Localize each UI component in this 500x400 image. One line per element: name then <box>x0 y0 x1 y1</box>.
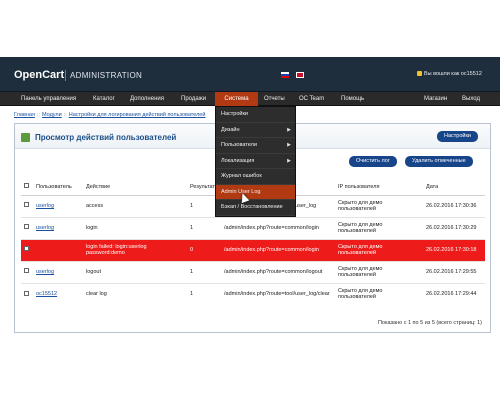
table-row: userlog logout 1 /admin/index.php?route=… <box>21 260 485 283</box>
menu-help[interactable]: Помощь <box>336 92 369 106</box>
menu-reports[interactable]: Отчеты <box>259 92 290 106</box>
user-link[interactable]: oc15512 <box>36 291 57 297</box>
ip-cell: Скрыто для демо пользователей <box>335 260 423 283</box>
logo[interactable]: OpenCart <box>14 69 64 81</box>
breadcrumb-current[interactable]: Настройки для логирования действий польз… <box>69 112 206 118</box>
login-status: Вы вошли как oc15512 <box>417 71 482 77</box>
dropdown-item-label: Дизайн <box>221 126 240 133</box>
user-link[interactable]: userlog <box>36 203 54 209</box>
column-ip[interactable]: IP пользователя <box>335 179 423 196</box>
result-cell: 1 <box>187 282 221 305</box>
menu-store[interactable]: Магазин <box>419 92 452 106</box>
ip-cell: Скрыто для демо пользователей <box>335 216 423 239</box>
lock-icon <box>417 71 422 76</box>
url-cell: /admin/index.php?route=tool/user_log/cle… <box>221 282 335 305</box>
url-cell: /admin/index.php?route=common/login <box>221 238 335 261</box>
menu-logout[interactable]: Выход <box>457 92 485 106</box>
date-cell: 26.02.2016 17:29:55 <box>423 260 485 283</box>
url-cell: /admin/index.php?route=common/logout <box>221 260 335 283</box>
dropdown-item-label: Журнал ошибок <box>221 173 262 179</box>
user-link[interactable]: userlog <box>36 269 54 275</box>
pagination-info: Показано с 1 по 5 из 5 (всего страниц: 1… <box>377 320 482 326</box>
row-checkbox[interactable] <box>24 224 29 230</box>
top-header: OpenCart ADMINISTRATION Вы вошли как oc1… <box>0 57 500 92</box>
settings-button[interactable]: Настройки <box>437 131 478 142</box>
result-cell: 1 <box>187 216 221 239</box>
menu-system[interactable]: Система <box>215 92 258 106</box>
dropdown-item-backup[interactable]: Бэкап / Восстановление <box>216 200 295 216</box>
action-cell: clear log <box>83 282 187 305</box>
date-cell: 26.02.2016 17:30:36 <box>423 194 485 217</box>
user-link[interactable]: userlog <box>36 225 54 231</box>
dropdown-item-label: Настройки <box>221 111 248 117</box>
flag-gb-icon[interactable] <box>296 72 304 78</box>
action-cell: access <box>83 194 187 217</box>
date-cell: 26.02.2016 17:29:44 <box>423 282 485 305</box>
row-checkbox[interactable] <box>24 202 29 208</box>
page-title: Просмотр действий пользователей <box>35 133 177 142</box>
dropdown-item-localisation[interactable]: Локализация ▶ <box>216 154 295 169</box>
menu-sales[interactable]: Продажи <box>176 92 211 106</box>
submenu-arrow-icon: ▶ <box>287 126 291 133</box>
table-row: userlog login 1 /admin/index.php?route=c… <box>21 216 485 239</box>
column-user[interactable]: Пользователь <box>33 179 83 196</box>
submenu-arrow-icon: ▶ <box>287 157 291 164</box>
delete-selected-button[interactable]: Удалить отмеченные <box>405 156 473 167</box>
ip-cell: Скрыто для демо пользователей <box>335 238 423 261</box>
dropdown-item-users[interactable]: Пользователи ▶ <box>216 138 295 154</box>
result-cell: 0 <box>187 238 221 261</box>
dropdown-item-settings[interactable]: Настройки <box>216 107 295 123</box>
main-menu: Панель управления Каталог Дополнения Про… <box>0 92 500 106</box>
row-checkbox[interactable] <box>24 268 29 274</box>
breadcrumb: Главная:: Модули:: Настройки для логирован… <box>14 112 206 118</box>
breadcrumb-modules[interactable]: Модули <box>42 112 62 118</box>
select-all-checkbox[interactable] <box>24 183 29 189</box>
ip-cell: Скрыто для демо пользователей <box>335 282 423 305</box>
clear-log-button[interactable]: Очистить лог <box>349 156 397 167</box>
menu-dashboard[interactable]: Панель управления <box>16 92 81 106</box>
date-cell: 26.02.2016 17:30:18 <box>423 238 485 261</box>
system-dropdown-menu: Настройки Дизайн ▶ Пользователи ▶ Локализа… <box>215 106 296 217</box>
dropdown-item-admin-user-log[interactable]: Admin User Log <box>216 184 295 200</box>
breadcrumb-home[interactable]: Главная <box>14 112 35 118</box>
row-checkbox[interactable] <box>24 246 29 252</box>
url-cell: /admin/index.php?route=common/login <box>221 216 335 239</box>
login-status-text: Вы вошли как oc15512 <box>424 71 482 77</box>
action-cell: login failed: login:userlog password:dem… <box>83 238 187 261</box>
menu-extensions[interactable]: Дополнения <box>125 92 169 106</box>
row-checkbox[interactable] <box>24 290 29 296</box>
dropdown-item-design[interactable]: Дизайн ▶ <box>216 123 295 138</box>
select-all-cell[interactable] <box>21 179 33 196</box>
menu-octeam[interactable]: OC Team <box>294 92 329 106</box>
panel-icon <box>21 133 30 142</box>
result-cell: 1 <box>187 260 221 283</box>
column-action[interactable]: Действие <box>83 179 187 196</box>
table-row-error: login failed: login:userlog password:dem… <box>21 238 485 261</box>
ip-cell: Скрыто для демо пользователей <box>335 194 423 217</box>
column-date[interactable]: Дата <box>423 179 485 196</box>
action-cell: login <box>83 216 187 239</box>
dropdown-item-label: Пользователи <box>221 142 257 148</box>
action-cell: logout <box>83 260 187 283</box>
menu-catalog[interactable]: Каталог <box>88 92 120 106</box>
flag-ru-icon[interactable] <box>281 72 289 78</box>
submenu-arrow-icon: ▶ <box>287 142 291 148</box>
logo-divider <box>65 70 66 81</box>
dropdown-item-label: Локализация <box>221 157 255 164</box>
dropdown-item-error-log[interactable]: Журнал ошибок <box>216 169 295 185</box>
app-title: ADMINISTRATION <box>70 71 143 80</box>
dropdown-item-label: Бэкап / Восстановление <box>221 204 283 210</box>
date-cell: 26.02.2016 17:30:29 <box>423 216 485 239</box>
table-row: oc15512 clear log 1 /admin/index.php?rou… <box>21 282 485 305</box>
